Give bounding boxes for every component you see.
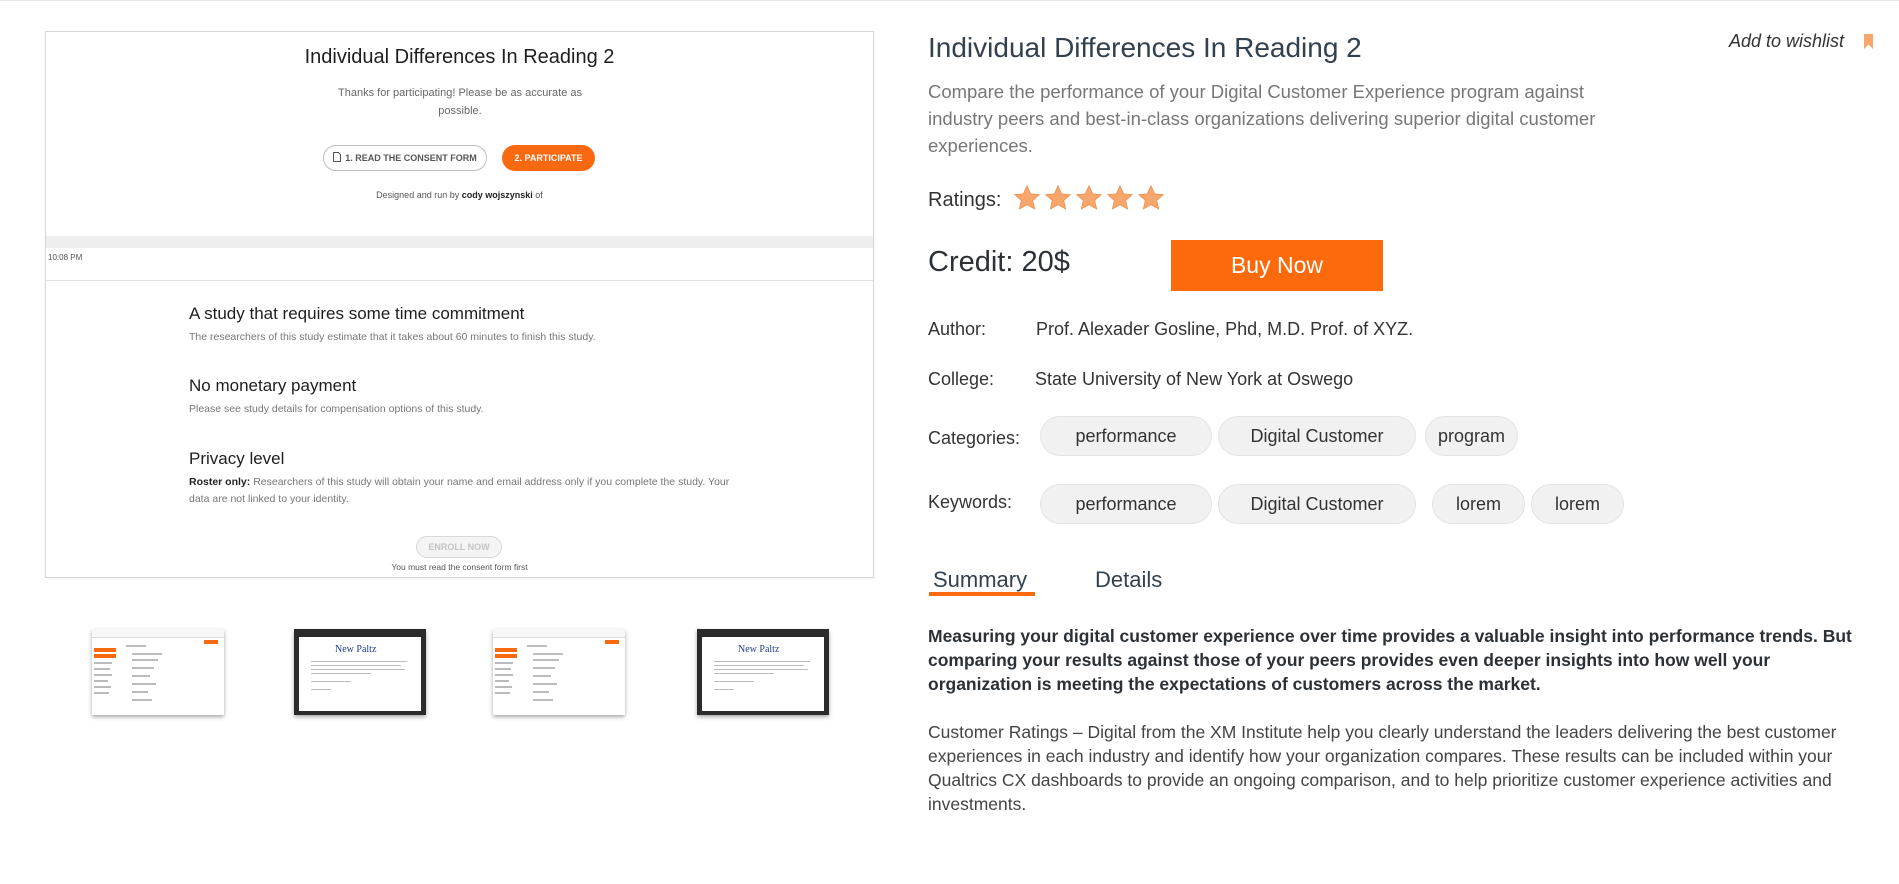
privacy-level-label: Roster only: [189,476,251,488]
section-heading: No monetary payment [189,376,357,395]
college-label: College: [928,369,995,389]
designer-name: cody wojszynski [461,190,533,200]
summary-text: Customer Ratings – Digital from the XM I… [928,722,1837,814]
section-text: Roster only: Researchers of this study w… [189,476,730,505]
tab-summary[interactable]: Summary [933,567,1027,593]
read-consent-button[interactable]: 1. READ THE CONSENT FORM [323,145,487,171]
enroll-now-button[interactable]: ENROLL NOW [416,536,502,558]
preview-band [46,236,873,248]
buy-now-button[interactable]: Buy Now [1171,240,1383,291]
section-text: The researchers of this study estimate t… [189,331,596,343]
keyword-chip[interactable]: Digital Customer [1218,484,1416,524]
product-title: Individual Differences In Reading 2 [928,32,1362,63]
thumbnail-3[interactable] [493,629,625,715]
categories-label: Categories: [928,428,1021,448]
logo-text: New Paltz [738,644,780,655]
new-paltz-logo: New Paltz [335,644,376,655]
consent-warning: You must read the consent form first [391,562,528,572]
tab-details[interactable]: Details [1095,567,1162,593]
preview-time: 10:08 PM [48,253,83,262]
thumbnail-4[interactable]: New Paltz [697,629,829,715]
keyword-chip[interactable]: lorem [1531,484,1624,524]
participate-button[interactable]: 2. PARTICIPATE [502,145,595,171]
star-icon [1106,184,1134,212]
add-to-wishlist-link[interactable]: Add to wishlist [1729,31,1844,52]
read-consent-label: 1. READ THE CONSENT FORM [345,153,477,163]
section-text: Please see study details for compensatio… [189,403,484,415]
author-value: Prof. Alexader Gosline, Phd, M.D. Prof. … [1036,319,1414,339]
thumbnail-2[interactable]: New Paltz [294,629,426,715]
keywords-label: Keywords: [928,492,1013,512]
category-chip[interactable]: program [1425,416,1518,456]
keyword-chip[interactable]: lorem [1432,484,1525,524]
section-heading: A study that requires some time commitme… [189,304,525,323]
preview-image: Individual Differences In Reading 2 Than… [45,31,874,578]
product-description: Compare the performance of your Digital … [928,81,1596,156]
active-tab-indicator [929,592,1035,596]
category-chip[interactable]: performance [1040,416,1212,456]
star-icon [1044,184,1072,212]
ratings-label: Ratings: [928,189,1002,211]
college-value: State University of New York at Oswego [1035,369,1354,389]
designed-by-text: Designed and run by cody wojszynski of [376,190,543,200]
new-paltz-logo: New Paltz [738,644,779,655]
thumbnail-1[interactable] [92,629,224,715]
logo-text: New Paltz [335,644,377,655]
category-chip[interactable]: Digital Customer [1218,416,1416,456]
keyword-chip[interactable]: performance [1040,484,1212,524]
summary-intro: Measuring your digital customer experien… [928,626,1852,694]
document-icon [333,152,342,164]
preview-title: Individual Differences In Reading 2 [304,46,615,68]
author-label: Author: [928,319,987,339]
rating-stars [1013,184,1165,212]
star-icon [1013,184,1041,212]
bookmark-icon[interactable] [1864,34,1873,49]
star-icon [1137,184,1165,212]
credit-price: Credit: 20$ [928,246,1070,278]
top-divider [0,0,1899,1]
preview-thanks-text: Thanks for participating! Please be as a… [338,87,582,117]
section-heading: Privacy level [189,449,285,468]
preview-divider [46,280,873,281]
star-icon [1075,184,1103,212]
